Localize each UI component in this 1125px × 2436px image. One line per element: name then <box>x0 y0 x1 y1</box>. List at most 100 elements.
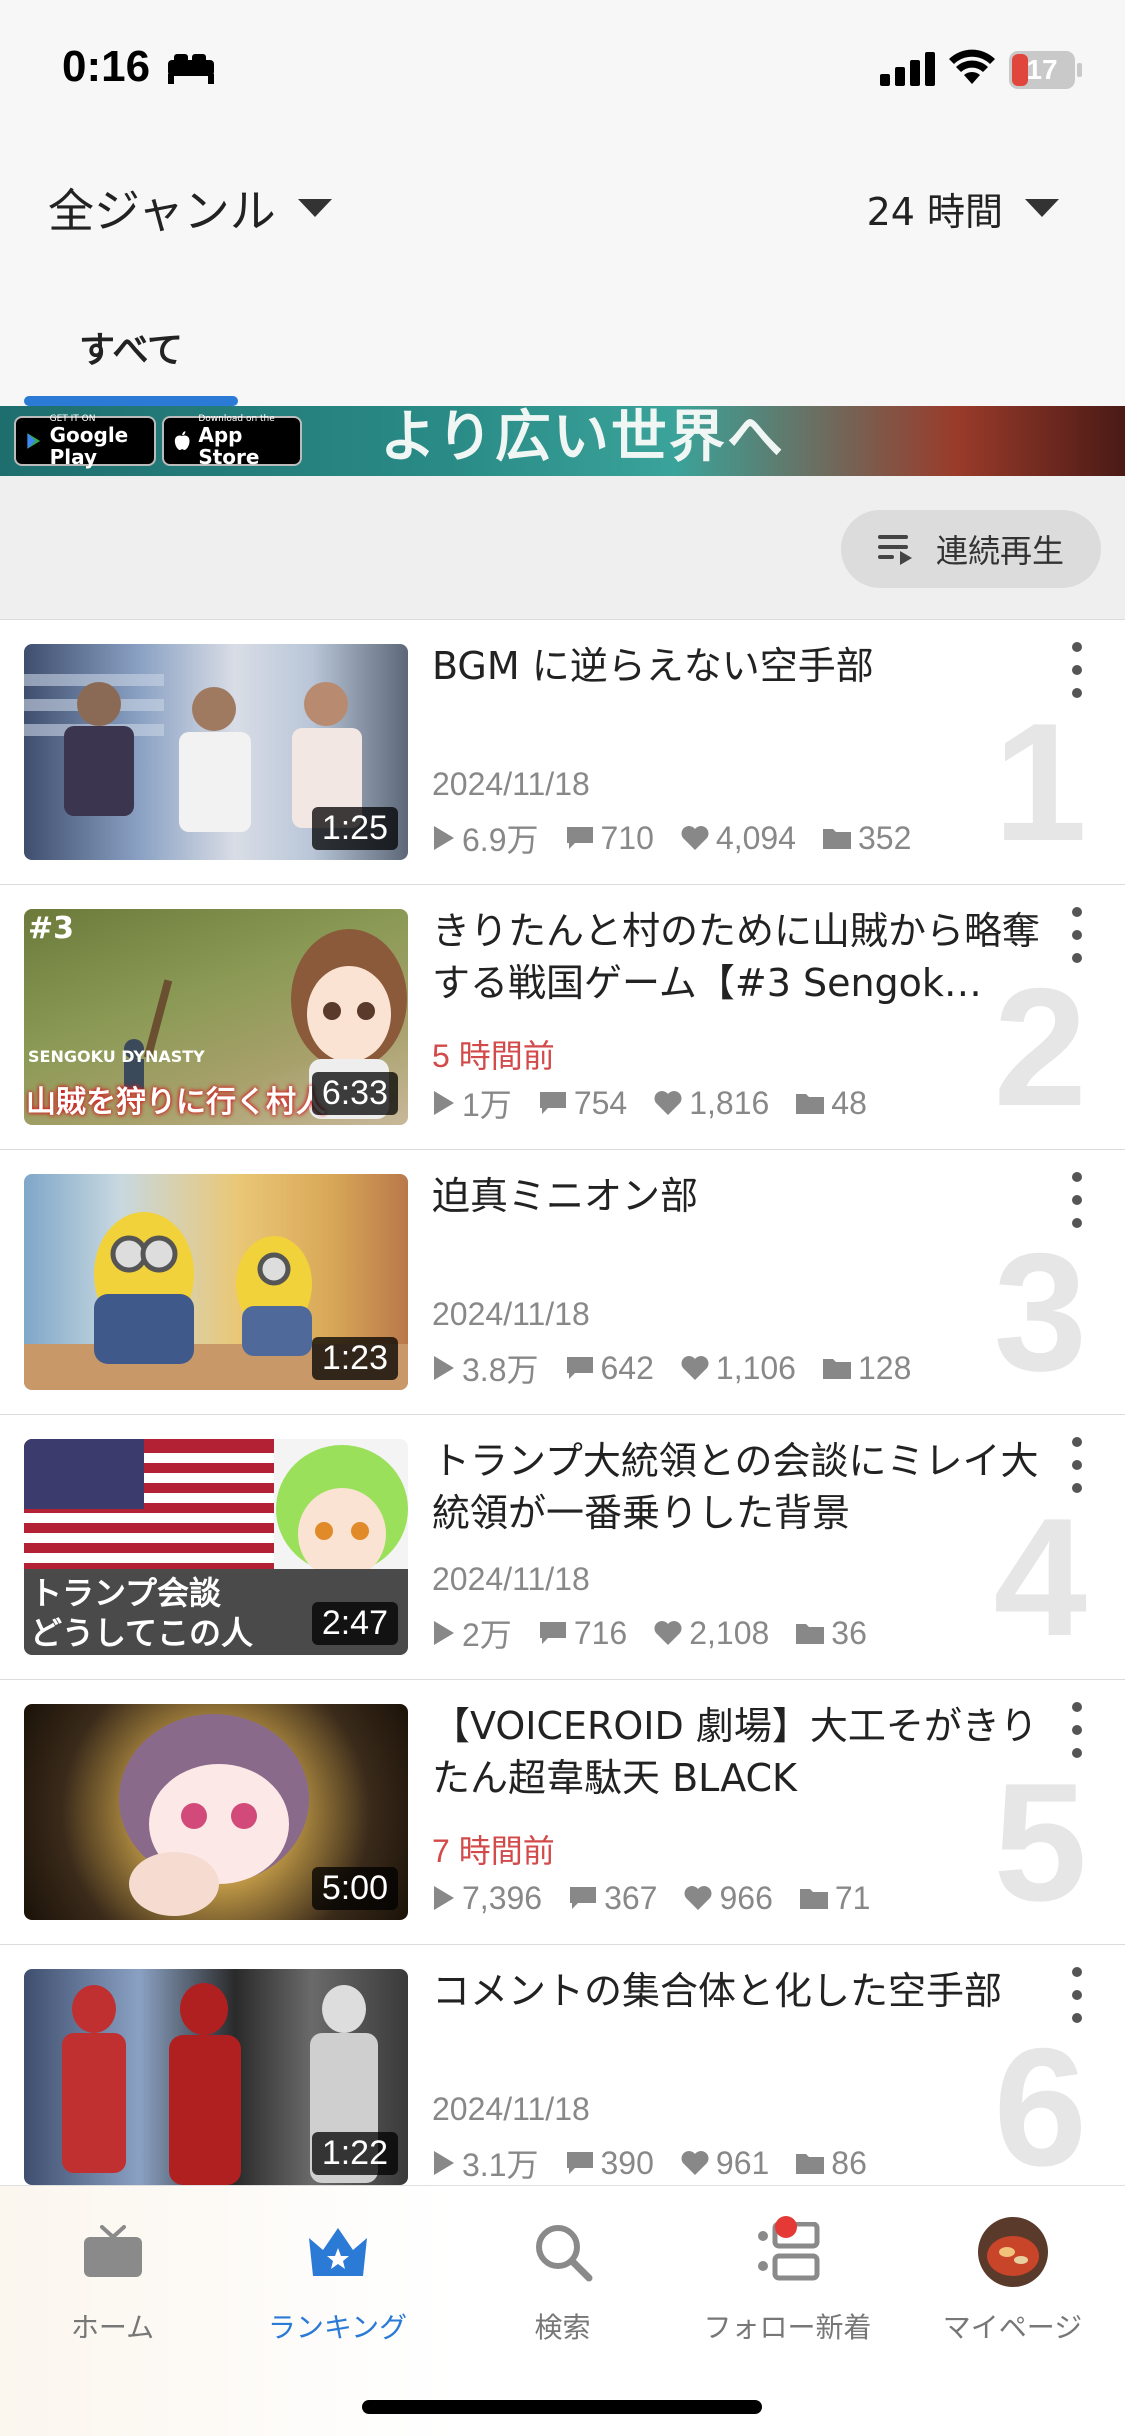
playlist-icon <box>877 535 912 565</box>
video-thumbnail[interactable]: 1:23 <box>24 1174 408 1390</box>
ranking-item-2[interactable]: #3 SENGOKU DYNASTY 山賊を狩りに行く村人 6:33 きりたんと… <box>0 885 1125 1150</box>
comment-count: 367 <box>604 1879 658 1916</box>
rank-number: 1 <box>993 688 1087 876</box>
video-duration: 1:23 <box>311 1337 398 1380</box>
video-title[interactable]: 【VOICEROID 劇場】大工そがきりたん超韋駄天 BLACK <box>432 1700 1042 1804</box>
ranking-item-6[interactable]: 1:22 コメントの集合体と化した空手部 2024/11/18 3.1万 390… <box>0 1945 1125 2185</box>
more-options-icon[interactable] <box>1065 1967 1089 2023</box>
play-icon <box>434 2151 454 2175</box>
ranking-item-1[interactable]: 1:25 BGM に逆らえない空手部 2024/11/18 6.9万 710 4… <box>0 620 1125 885</box>
video-date: 7 時間前 <box>432 1833 555 1869</box>
search-icon <box>535 2225 592 2282</box>
more-options-icon[interactable] <box>1065 642 1089 698</box>
video-duration: 5:00 <box>311 1867 398 1910</box>
more-options-icon[interactable] <box>1065 1172 1089 1228</box>
nav-home[interactable]: ホーム <box>0 2212 225 2362</box>
video-stats: 6.9万 710 4,094 352 <box>432 816 911 860</box>
mylist-count: 128 <box>857 1349 912 1386</box>
heart-icon <box>684 1886 712 1910</box>
folder-icon <box>822 1359 851 1379</box>
ranking-item-3[interactable]: 1:23 迫真ミニオン部 2024/11/18 3.8万 642 1,106 1… <box>0 1150 1125 1415</box>
video-date: 2024/11/18 <box>432 766 590 802</box>
nav-follow[interactable]: フォロー新着 <box>675 2212 900 2362</box>
like-count: 961 <box>715 2144 770 2181</box>
view-count: 6.9万 <box>462 822 539 858</box>
play-icon <box>434 1356 454 1380</box>
video-title[interactable]: コメントの集合体と化した空手部 <box>432 1965 1042 2017</box>
thumbnail-caption: 山賊を狩りに行く村人 <box>26 1085 326 1120</box>
video-title[interactable]: きりたんと村のために山賊から略奪する戦国ゲーム【#3 Sengok… <box>432 905 1042 1009</box>
video-thumbnail[interactable]: 1:22 <box>24 1969 408 2185</box>
folder-icon <box>796 1094 825 1114</box>
google-play-big: Google Play <box>49 423 129 469</box>
nav-home-label: ホーム <box>70 2311 155 2344</box>
folder-icon <box>796 2154 825 2174</box>
mylist-count: 48 <box>831 1084 867 1121</box>
like-count: 4,094 <box>715 819 796 856</box>
video-duration: 1:25 <box>311 807 398 850</box>
continuous-play-button[interactable]: 連続再生 <box>841 510 1101 588</box>
wifi-icon <box>949 49 995 84</box>
genre-select[interactable]: 全ジャンル <box>48 168 332 248</box>
comment-icon <box>566 2152 593 2174</box>
nav-ranking[interactable]: ランキング <box>225 2212 450 2362</box>
tv-icon <box>83 2225 142 2277</box>
heart-icon <box>681 1356 709 1380</box>
video-stats: 7,396 367 966 71 <box>432 1876 870 1920</box>
chevron-down-icon <box>297 199 332 217</box>
crown-icon <box>308 2228 367 2276</box>
video-duration: 2:47 <box>311 1602 398 1645</box>
avatar <box>977 2217 1048 2287</box>
video-title[interactable]: トランプ大統領との会談にミレイ大統領が一番乗りした背景 <box>432 1435 1042 1539</box>
period-select[interactable]: 24 時間 <box>867 168 1059 248</box>
ranking-item-5[interactable]: 5:00 【VOICEROID 劇場】大工そがきりたん超韋駄天 BLACK 7 … <box>0 1680 1125 1945</box>
rank-number: 6 <box>993 2013 1087 2185</box>
nav-mypage[interactable]: マイページ <box>900 2212 1125 2362</box>
comment-count: 716 <box>573 1614 628 1651</box>
ranking-list: 1:25 BGM に逆らえない空手部 2024/11/18 6.9万 710 4… <box>0 620 1125 2185</box>
battery-level: 17 <box>1026 54 1058 85</box>
video-title[interactable]: 迫真ミニオン部 <box>432 1170 1042 1222</box>
more-options-icon[interactable] <box>1065 1702 1089 1758</box>
video-date: 5 時間前 <box>432 1038 555 1074</box>
google-play-icon <box>27 433 41 449</box>
video-title[interactable]: BGM に逆らえない空手部 <box>432 640 1042 692</box>
view-count: 1万 <box>462 1087 512 1123</box>
play-icon <box>434 826 454 850</box>
nav-mypage-label: マイページ <box>942 2311 1083 2344</box>
video-date: 2024/11/18 <box>432 2091 590 2127</box>
video-thumbnail[interactable]: #3 SENGOKU DYNASTY 山賊を狩りに行く村人 6:33 <box>24 909 408 1125</box>
more-options-icon[interactable] <box>1065 1437 1089 1493</box>
video-stats: 1万 754 1,816 48 <box>432 1081 867 1125</box>
comment-icon <box>539 1092 566 1114</box>
video-thumbnail[interactable]: 1:25 <box>24 644 408 860</box>
view-count: 3.1万 <box>462 2147 539 2183</box>
like-count: 1,816 <box>689 1084 770 1121</box>
video-duration: 6:33 <box>311 1072 398 1115</box>
thumbnail-caption: トランプ会談 どうしてこの人 <box>30 1573 253 1653</box>
video-date: 2024/11/18 <box>432 1296 590 1332</box>
video-thumbnail[interactable]: 5:00 <box>24 1704 408 1920</box>
rank-number: 2 <box>993 953 1087 1141</box>
tab-all[interactable]: すべて <box>24 288 238 406</box>
video-thumbnail[interactable]: トランプ会談 どうしてこの人 2:47 <box>24 1439 408 1655</box>
more-options-icon[interactable] <box>1065 907 1089 963</box>
heart-icon <box>681 826 709 850</box>
play-icon <box>434 1886 454 1910</box>
rank-number: 4 <box>993 1483 1087 1671</box>
thumbnail-caption-line2: どうしてこの人 <box>30 1614 254 1652</box>
ad-banner[interactable]: GET IT ON Google Play Download on the Ap… <box>0 406 1125 476</box>
home-indicator <box>362 2400 762 2414</box>
ranking-item-4[interactable]: トランプ会談 どうしてこの人 2:47 トランプ大統領との会談にミレイ大統領が一… <box>0 1415 1125 1680</box>
google-play-badge[interactable]: GET IT ON Google Play <box>14 414 156 469</box>
video-stats: 3.8万 642 1,106 128 <box>432 1346 911 1390</box>
video-duration: 1:22 <box>311 2132 398 2175</box>
nav-search[interactable]: 検索 <box>450 2212 675 2362</box>
chevron-down-icon <box>1025 199 1059 217</box>
app-store-badge[interactable]: Download on the App Store <box>162 414 302 469</box>
view-count: 7,396 <box>462 1879 543 1916</box>
nav-follow-label: フォロー新着 <box>703 2311 872 2344</box>
like-count: 2,108 <box>689 1614 770 1651</box>
play-icon <box>434 1621 454 1645</box>
app-store-big: App Store <box>198 423 260 469</box>
